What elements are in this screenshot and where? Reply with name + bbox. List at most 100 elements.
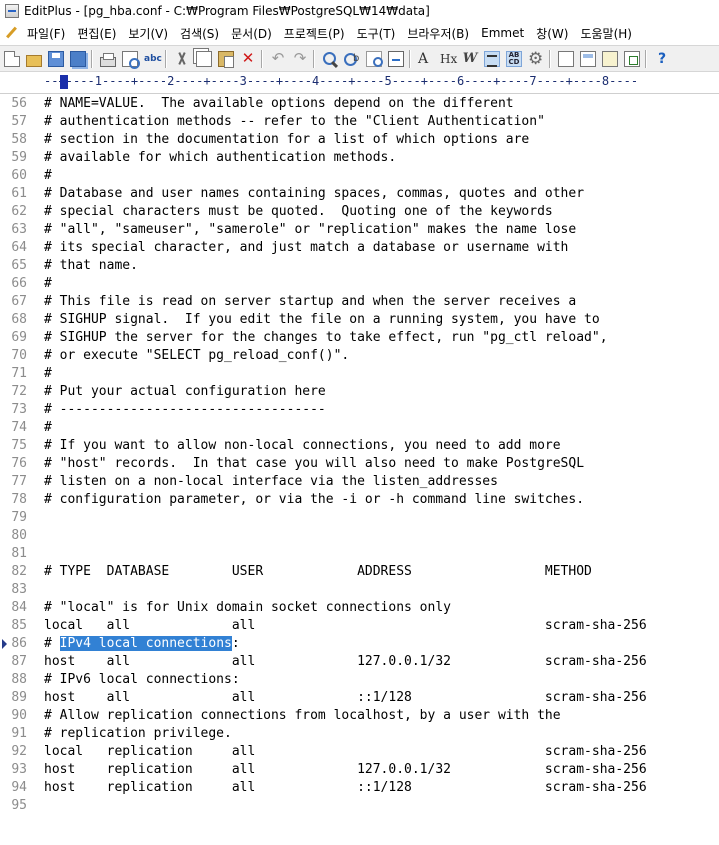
help-icon[interactable]: ? [654, 51, 670, 67]
line-text: host replication all ::1/128 scram-sha-2… [44, 780, 647, 795]
code-line[interactable]: 66 # [0, 275, 719, 293]
code-line[interactable]: 93 host replication all 127.0.0.1/32 scra… [0, 761, 719, 779]
save-icon[interactable] [48, 50, 64, 67]
directory-window-icon[interactable] [624, 50, 640, 67]
code-line[interactable]: 71 # [0, 365, 719, 383]
hex-view-icon[interactable]: Hx [440, 51, 457, 67]
settings-gear-icon[interactable] [528, 49, 544, 69]
menu-emmet[interactable]: Emmet [481, 26, 531, 40]
menu-search[interactable]: 검색(S) [180, 25, 226, 42]
code-line[interactable]: 90 # Allow replication connections from l… [0, 707, 719, 725]
line-number: 95 [11, 798, 27, 813]
output-window-icon[interactable] [580, 50, 596, 67]
code-line[interactable]: 82 # TYPE DATABASE USER ADDRESS METHOD [0, 563, 719, 581]
code-line[interactable]: 65 # that name. [0, 257, 719, 275]
code-line[interactable]: 68 # SIGHUP signal. If you edit the file … [0, 311, 719, 329]
window-tile-icon[interactable] [558, 50, 574, 67]
code-line[interactable]: 61 # Database and user names containing s… [0, 185, 719, 203]
delete-icon[interactable]: ✕ [240, 50, 256, 67]
pencil-icon [5, 26, 19, 40]
text-editor[interactable]: 56 # NAME=VALUE. The available options de… [0, 94, 719, 845]
code-line[interactable]: 85 local all all scram-sha-256 [0, 617, 719, 635]
code-line[interactable]: 91 # replication privilege. [0, 725, 719, 743]
line-text: # "host" records. In that case you will … [44, 456, 585, 471]
replace-icon[interactable] [344, 51, 360, 67]
code-line[interactable]: 70 # or execute "SELECT pg_reload_conf()"… [0, 347, 719, 365]
code-line[interactable]: 56 # NAME=VALUE. The available options de… [0, 95, 719, 113]
new-file-icon[interactable] [4, 50, 20, 67]
code-line[interactable]: 79 [0, 509, 719, 527]
find-in-files-icon[interactable] [366, 50, 383, 67]
code-line[interactable]: 92 local replication all scram-sha-256 [0, 743, 719, 761]
code-line[interactable]: 80 [0, 527, 719, 545]
line-number: 60 [11, 168, 27, 183]
line-number-toggle-icon[interactable]: AB CD [506, 50, 522, 67]
menu-window[interactable]: 창(W) [536, 25, 575, 42]
code-line[interactable]: 62 # special characters must be quoted. Q… [0, 203, 719, 221]
line-text: # This file is read on server startup an… [44, 294, 577, 309]
code-line[interactable]: 63 # "all", "sameuser", "samerole" or "re… [0, 221, 719, 239]
code-line[interactable]: 83 [0, 581, 719, 599]
line-number: 90 [11, 708, 27, 723]
code-line[interactable]: 76 # "host" records. In that case you wil… [0, 455, 719, 473]
line-number: 86 [11, 636, 27, 651]
code-line[interactable]: 58 # section in the documentation for a l… [0, 131, 719, 149]
code-line[interactable]: 59 # available for which authentication m… [0, 149, 719, 167]
menu-browser[interactable]: 브라우저(B) [407, 25, 476, 42]
code-line[interactable]: 77 # listen on a non-local interface via … [0, 473, 719, 491]
code-line[interactable]: 94 host replication all ::1/128 scram-sha… [0, 779, 719, 797]
spell-check-icon[interactable]: abc [144, 51, 162, 67]
code-line[interactable]: 75 # If you want to allow non-local conne… [0, 437, 719, 455]
word-wrap-icon[interactable]: W [462, 51, 478, 67]
cut-icon[interactable] [174, 51, 190, 67]
menu-help[interactable]: 도움말(H) [580, 25, 639, 42]
code-line[interactable]: 69 # SIGHUP the server for the changes to… [0, 329, 719, 347]
code-line[interactable]: 88 # IPv6 local connections: [0, 671, 719, 689]
toolbar-separator [165, 49, 167, 68]
code-line[interactable]: 72 # Put your actual configuration here [0, 383, 719, 401]
code-line[interactable]: 64 # its special character, and just matc… [0, 239, 719, 257]
menu-edit[interactable]: 편집(E) [77, 25, 123, 42]
code-line[interactable]: 84 # "local" is for Unix domain socket co… [0, 599, 719, 617]
font-icon[interactable]: A [418, 51, 434, 67]
print-preview-icon[interactable] [122, 50, 140, 69]
menu-document[interactable]: 문서(D) [231, 25, 279, 42]
code-line[interactable]: 74 # [0, 419, 719, 437]
copy-icon[interactable] [196, 50, 212, 67]
code-line[interactable]: 73 # ---------------------------------- [0, 401, 719, 419]
line-text: host all all 127.0.0.1/32 scram-sha-256 [44, 654, 647, 669]
menu-file[interactable]: 파일(F) [27, 25, 72, 42]
undo-icon[interactable]: ↶ [270, 50, 286, 67]
code-line[interactable]: 81 [0, 545, 719, 563]
line-text: # IPv4 local connections: [44, 635, 240, 653]
line-text: # section in the documentation for a lis… [44, 132, 530, 147]
line-text: # available for which authentication met… [44, 150, 397, 165]
go-to-line-icon[interactable] [388, 50, 404, 67]
code-line[interactable]: 67 # This file is read on server startup … [0, 293, 719, 311]
line-number: 57 [11, 114, 27, 129]
menu-project[interactable]: 프로젝트(P) [284, 25, 352, 42]
toolbar-separator [91, 49, 93, 68]
code-line[interactable]: 57 # authentication methods -- refer to t… [0, 113, 719, 131]
save-all-icon[interactable] [70, 50, 86, 67]
code-line[interactable]: 89 host all all ::1/128 scram-sha-256 [0, 689, 719, 707]
print-icon[interactable] [100, 52, 116, 67]
find-icon[interactable] [322, 51, 338, 67]
line-text: local replication all scram-sha-256 [44, 744, 647, 759]
code-line[interactable]: 78 # configuration parameter, or via the … [0, 491, 719, 509]
line-text: # NAME=VALUE. The available options depe… [44, 96, 514, 111]
paste-icon[interactable] [218, 50, 234, 68]
line-text: # listen on a non-local interface via th… [44, 474, 498, 489]
code-line[interactable]: 60 # [0, 167, 719, 185]
code-line[interactable]: 86 # IPv4 local connections: [0, 635, 719, 653]
code-line[interactable]: 95 [0, 797, 719, 815]
open-folder-icon[interactable] [26, 54, 42, 67]
menu-tools[interactable]: 도구(T) [357, 25, 403, 42]
menu-view[interactable]: 보기(V) [128, 25, 175, 42]
line-number: 69 [11, 330, 27, 345]
redo-icon[interactable]: ↷ [292, 50, 308, 67]
code-line[interactable]: 87 host all all 127.0.0.1/32 scram-sha-25… [0, 653, 719, 671]
ruler-toggle-icon[interactable] [484, 50, 500, 67]
cliptext-icon[interactable] [602, 50, 618, 67]
selected-text[interactable]: IPv4 local connections [59, 636, 232, 651]
